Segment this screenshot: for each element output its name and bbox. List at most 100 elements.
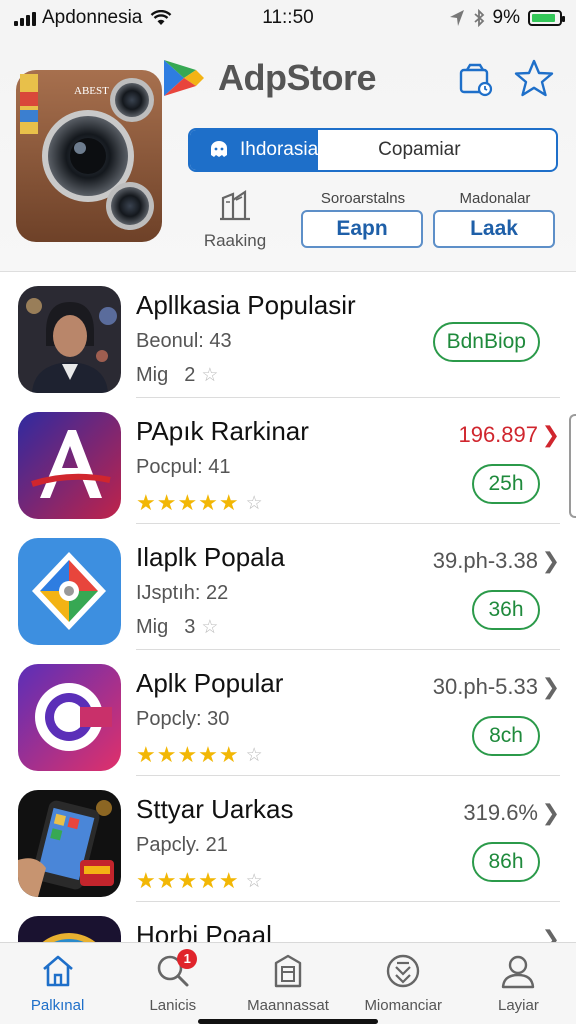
star-empty-icon: ☆ xyxy=(245,870,263,892)
scroll-handle[interactable] xyxy=(569,414,576,518)
app-row[interactable]: Horbi Poaal ❯ xyxy=(0,902,576,942)
chevron-right-icon[interactable]: ❯ xyxy=(542,926,560,942)
app-row[interactable]: PApık Rarkinar Pocpul: 41 ★★★★★ ☆ 196.89… xyxy=(0,398,576,524)
rating-text: Mig xyxy=(136,616,169,638)
tab-bar: Palkınal 1 Lanicis Maannassat Miomanciar… xyxy=(0,942,576,1024)
ranking-button[interactable]: Raaking xyxy=(200,186,270,251)
app-rating: ★★★★★ ☆ xyxy=(136,742,263,768)
star-rating-icon: ★★★★★ xyxy=(136,490,240,515)
app-subtitle: Papcly. 21 xyxy=(136,834,228,856)
star-outline-icon xyxy=(514,59,554,97)
app-price: 39.ph-3.38 xyxy=(432,548,538,573)
ranking-icon xyxy=(220,189,250,221)
portrait-photo-icon xyxy=(18,286,121,393)
tab-store[interactable]: Maannassat xyxy=(230,943,345,1024)
chat-bubble-icon xyxy=(211,141,227,157)
camera-app-artwork: ABEST xyxy=(16,70,162,242)
tab-label: Palkınal xyxy=(30,997,85,1014)
favorites-button[interactable] xyxy=(514,58,554,98)
pinwheel-icon xyxy=(18,538,121,645)
battery-icon xyxy=(528,10,565,26)
star-empty-icon: ☆ xyxy=(245,744,263,766)
tab-downloads[interactable]: Miomanciar xyxy=(346,943,461,1024)
home-icon xyxy=(42,955,73,987)
app-title: Aplk Popular xyxy=(136,668,284,698)
star-empty-icon: ☆ xyxy=(245,492,263,514)
app-subtitle: IJsptıh: 22 xyxy=(136,582,229,604)
chevron-right-icon[interactable]: ❯ xyxy=(542,422,560,448)
bluetooth-icon xyxy=(473,9,484,27)
app-title: PApık Rarkinar xyxy=(136,416,309,446)
app-rating: ★★★★★ ☆ xyxy=(136,490,263,516)
app-list: Apllkasia Populasir Beonul: 43 Mig 2 ☆ B… xyxy=(0,272,576,942)
app-subtitle: Popcly: 30 xyxy=(136,708,230,730)
region-tab[interactable]: Ihdorasia xyxy=(190,130,319,170)
home-indicator xyxy=(198,1019,378,1024)
search-bar: Ihdorasia xyxy=(188,128,558,172)
notification-badge: 1 xyxy=(177,949,198,969)
app-row[interactable]: Sttyar Uarkas Papcly. 21 ★★★★★ ☆ 319.6% … xyxy=(0,776,576,902)
store-logo-icon xyxy=(164,60,204,96)
app-title: Apllkasia Populasir xyxy=(136,290,356,320)
globe-icon xyxy=(18,916,121,942)
app-title: Horbi Poaal xyxy=(136,920,272,942)
status-bar: Apdonnesia 11::50 9% xyxy=(0,0,576,36)
phone-photo-icon xyxy=(18,790,121,897)
region-tab-label: Ihdorasia xyxy=(240,139,319,160)
star-empty-icon: ☆ xyxy=(201,617,219,638)
get-button[interactable]: 36h xyxy=(472,590,540,630)
star-rating-icon: ★★★★★ xyxy=(136,742,240,767)
rating-text: Mig xyxy=(136,364,169,386)
app-row[interactable]: Apllkasia Populasir Beonul: 43 Mig 2 ☆ B… xyxy=(0,272,576,398)
chevron-right-icon[interactable]: ❯ xyxy=(542,674,560,700)
wallet-icon xyxy=(459,63,493,97)
app-title: Ilaplk Popala xyxy=(136,542,285,572)
star-empty-icon: ☆ xyxy=(201,365,219,386)
get-button[interactable]: BdnBiop xyxy=(432,322,540,362)
bag-icon xyxy=(274,954,302,988)
letter-c-icon xyxy=(18,664,121,771)
store-header: ABEST AdpStore Ihdorasia Raaking Soroars… xyxy=(0,36,576,272)
wifi-icon xyxy=(151,10,172,25)
app-rating: Mig 2 ☆ xyxy=(136,364,218,387)
tab-label: Layiar xyxy=(497,997,539,1014)
app-row[interactable]: Aplk Popular Popcly: 30 ★★★★★ ☆ 30.ph-5.… xyxy=(0,650,576,776)
app-subtitle: Pocpul: 41 xyxy=(136,456,231,478)
rating-value: 2 xyxy=(184,364,196,386)
download-icon xyxy=(387,954,420,988)
app-price: 319.6% xyxy=(463,800,538,825)
app-price: 30.ph-5.33 xyxy=(432,674,538,699)
app-row[interactable]: Ilaplk Popala IJsptıh: 22 Mig 3 ☆ 39.ph-… xyxy=(0,524,576,650)
battery-percent: 9% xyxy=(492,7,520,28)
search-input[interactable] xyxy=(318,130,556,170)
chevron-right-icon[interactable]: ❯ xyxy=(542,548,560,574)
star-rating-icon: ★★★★★ xyxy=(136,868,240,893)
get-button[interactable]: 8ch xyxy=(472,716,540,756)
get-button[interactable]: 86h xyxy=(472,842,540,882)
store-title: AdpStore xyxy=(218,57,377,98)
tab-label: Lanicis xyxy=(149,997,197,1014)
tab-home[interactable]: Palkınal xyxy=(0,943,115,1024)
store-brand: AdpStore xyxy=(160,54,377,102)
filter-button-2[interactable]: Laak xyxy=(433,210,555,248)
app-subtitle: Beonul: 43 xyxy=(136,330,232,352)
chevron-right-icon[interactable]: ❯ xyxy=(542,800,560,826)
tab-label: Maannassat xyxy=(247,997,329,1014)
tab-search[interactable]: 1 Lanicis xyxy=(115,943,230,1024)
camera-label: ABEST xyxy=(74,85,109,97)
filter-button-1[interactable]: Eapn xyxy=(301,210,423,248)
wallet-timer-button[interactable] xyxy=(456,60,496,100)
filter-heading-1: Soroarstalns xyxy=(320,190,406,207)
profile-icon xyxy=(502,955,535,989)
ranking-label: Raaking xyxy=(203,231,267,250)
letter-a-icon xyxy=(18,412,121,519)
app-rating: ★★★★★ ☆ xyxy=(136,868,263,894)
app-title: Sttyar Uarkas xyxy=(136,794,294,824)
app-price: 196.897 xyxy=(458,422,538,447)
tab-profile[interactable]: Layiar xyxy=(461,943,576,1024)
filter-heading-2: Madonalar xyxy=(459,190,531,207)
get-button[interactable]: 25h xyxy=(472,464,540,504)
rating-value: 3 xyxy=(184,616,196,638)
carrier-name: Apdonnesia xyxy=(42,7,143,28)
location-arrow-icon xyxy=(449,10,464,26)
